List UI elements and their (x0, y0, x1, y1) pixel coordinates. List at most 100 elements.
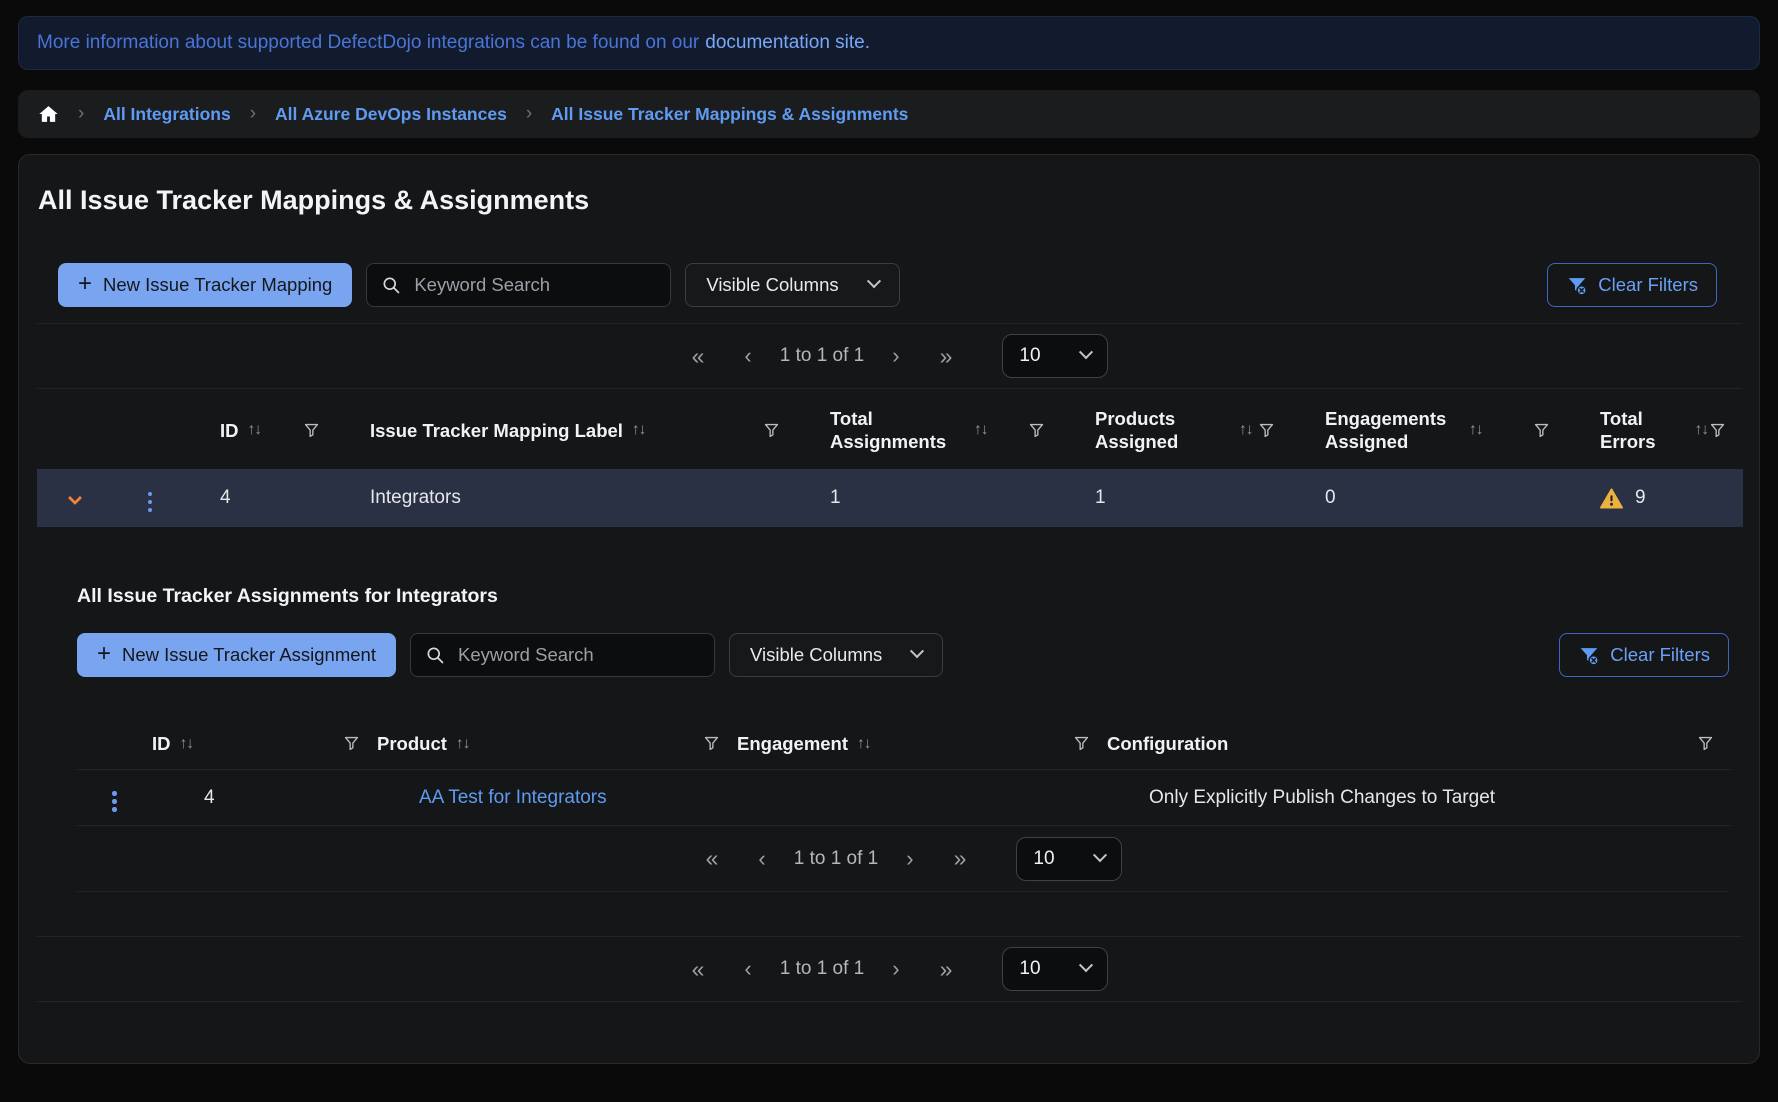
assignments-pagination: « ‹ 1 to 1 of 1 › » 10 (77, 826, 1729, 892)
chevron-down-icon (1079, 345, 1093, 359)
filter-icon[interactable] (1532, 421, 1551, 440)
row-actions-menu[interactable] (108, 787, 121, 816)
page-size-select[interactable]: 10 (1002, 947, 1108, 991)
assignment-configuration-cell: Only Explicitly Publish Changes to Targe… (1107, 770, 1731, 826)
column-header-engagements-assigned: Engagements Assigned (1325, 407, 1460, 453)
chevron-down-icon (867, 274, 881, 288)
first-page-icon[interactable]: « (670, 958, 727, 981)
mapping-id-cell: 4 (187, 469, 337, 527)
column-header-id: ID (152, 732, 171, 755)
last-page-icon[interactable]: » (918, 345, 975, 368)
sort-icon[interactable]: ↑↓ (857, 735, 871, 753)
search-icon (425, 645, 445, 665)
mappings-header-row: ID ↑↓ Issue Tracker Mapping Label ↑↓ Tot… (37, 389, 1743, 469)
info-banner-text: More information about supported DefectD… (37, 32, 699, 54)
column-header-total-assignments: Total Assignments (830, 407, 965, 453)
sort-icon[interactable]: ↑↓ (248, 421, 262, 439)
filter-icon[interactable] (302, 421, 321, 440)
row-actions-menu[interactable] (144, 488, 157, 517)
new-issue-tracker-mapping-button[interactable]: + New Issue Tracker Mapping (58, 263, 352, 307)
visible-columns-label: Visible Columns (750, 644, 882, 666)
first-page-icon[interactable]: « (670, 345, 727, 368)
new-mapping-button-label: New Issue Tracker Mapping (103, 274, 332, 296)
filter-icon[interactable] (1027, 421, 1046, 440)
mappings-clear-filters-button[interactable]: Clear Filters (1547, 263, 1717, 307)
documentation-site-link[interactable]: documentation site. (705, 32, 870, 54)
page-title: All Issue Tracker Mappings & Assignments (38, 183, 1741, 217)
assignments-section: All Issue Tracker Assignments for Integr… (77, 583, 1729, 892)
column-header-label: Issue Tracker Mapping Label (370, 419, 623, 442)
chevron-down-icon (1093, 848, 1107, 862)
mapping-total-assignments-cell: 1 (797, 469, 1062, 527)
assignments-clear-filters-button[interactable]: Clear Filters (1559, 633, 1729, 677)
prev-page-icon[interactable]: ‹ (740, 848, 783, 870)
page-size-value: 10 (1033, 848, 1054, 870)
new-issue-tracker-assignment-button[interactable]: + New Issue Tracker Assignment (77, 633, 396, 677)
last-page-icon[interactable]: » (932, 847, 989, 870)
assignment-engagement-cell (737, 770, 1107, 826)
visible-columns-label: Visible Columns (706, 274, 838, 296)
search-icon (381, 275, 401, 295)
breadcrumb-all-azure-devops-instances[interactable]: All Azure DevOps Instances (275, 104, 507, 125)
column-header-product: Product (377, 732, 447, 755)
main-panel: All Issue Tracker Mappings & Assignments… (18, 154, 1760, 1064)
mappings-bottom-pagination: « ‹ 1 to 1 of 1 › » 10 (37, 936, 1741, 1002)
page-size-select[interactable]: 10 (1016, 837, 1122, 881)
filter-icon[interactable] (762, 421, 781, 440)
pagination-range: 1 to 1 of 1 (770, 958, 875, 980)
mappings-toolbar: + New Issue Tracker Mapping Visible Colu… (58, 263, 1717, 307)
assignments-search-box (410, 633, 715, 677)
assignments-search-input[interactable] (456, 643, 700, 667)
assignments-table: ID ↑↓ Product ↑↓ Engagement ↑↓ (77, 717, 1731, 826)
breadcrumb-all-integrations[interactable]: All Integrations (103, 104, 230, 125)
sort-icon[interactable]: ↑↓ (180, 735, 194, 753)
breadcrumb-current-page[interactable]: All Issue Tracker Mappings & Assignments (551, 104, 908, 125)
next-page-icon[interactable]: › (888, 848, 931, 870)
mappings-table: ID ↑↓ Issue Tracker Mapping Label ↑↓ Tot… (37, 389, 1743, 527)
clear-filters-label: Clear Filters (1598, 274, 1698, 296)
home-icon[interactable] (38, 104, 59, 124)
prev-page-icon[interactable]: ‹ (726, 958, 769, 980)
sort-icon[interactable]: ↑↓ (1469, 421, 1483, 439)
page-size-value: 10 (1019, 958, 1040, 980)
mappings-visible-columns-select[interactable]: Visible Columns (685, 263, 899, 307)
mapping-engagements-assigned-cell: 0 (1292, 469, 1567, 527)
breadcrumb-separator-icon: › (250, 103, 256, 125)
sort-icon[interactable]: ↑↓ (632, 421, 646, 439)
filter-icon[interactable] (702, 734, 721, 753)
breadcrumb-separator-icon: › (78, 103, 84, 125)
mappings-search-box (366, 263, 671, 307)
first-page-icon[interactable]: « (684, 847, 741, 870)
filter-icon[interactable] (1257, 421, 1276, 440)
clear-filter-icon (1578, 645, 1600, 666)
new-assignment-button-label: New Issue Tracker Assignment (122, 644, 376, 666)
next-page-icon[interactable]: › (874, 958, 917, 980)
collapse-row-icon[interactable] (68, 491, 82, 505)
next-page-icon[interactable]: › (874, 345, 917, 367)
assignments-toolbar: + New Issue Tracker Assignment Visible C… (77, 633, 1729, 677)
mapping-total-errors-value: 9 (1635, 487, 1646, 509)
page-size-value: 10 (1019, 345, 1040, 367)
pagination-range: 1 to 1 of 1 (784, 848, 889, 870)
mappings-search-input[interactable] (412, 273, 656, 297)
last-page-icon[interactable]: » (918, 958, 975, 981)
assignment-product-link[interactable]: AA Test for Integrators (419, 787, 607, 808)
sort-icon[interactable]: ↑↓ (974, 421, 988, 439)
info-banner: More information about supported DefectD… (18, 16, 1760, 70)
mappings-pagination: « ‹ 1 to 1 of 1 › » 10 (37, 323, 1741, 389)
breadcrumb: › All Integrations › All Azure DevOps In… (18, 90, 1760, 138)
column-header-configuration: Configuration (1107, 732, 1228, 755)
filter-icon[interactable] (1072, 734, 1091, 753)
column-header-products-assigned: Products Assigned (1095, 407, 1230, 453)
sort-icon[interactable]: ↑↓ (456, 735, 470, 753)
assignments-visible-columns-select[interactable]: Visible Columns (729, 633, 943, 677)
filter-icon[interactable] (1708, 421, 1727, 440)
mapping-products-assigned-cell: 1 (1062, 469, 1292, 527)
page-size-select[interactable]: 10 (1002, 334, 1108, 378)
filter-icon[interactable] (1696, 734, 1715, 753)
prev-page-icon[interactable]: ‹ (726, 345, 769, 367)
filter-icon[interactable] (342, 734, 361, 753)
sort-icon[interactable]: ↑↓ (1239, 421, 1253, 439)
chevron-down-icon (1079, 958, 1093, 972)
sort-icon[interactable]: ↑↓ (1695, 421, 1709, 439)
